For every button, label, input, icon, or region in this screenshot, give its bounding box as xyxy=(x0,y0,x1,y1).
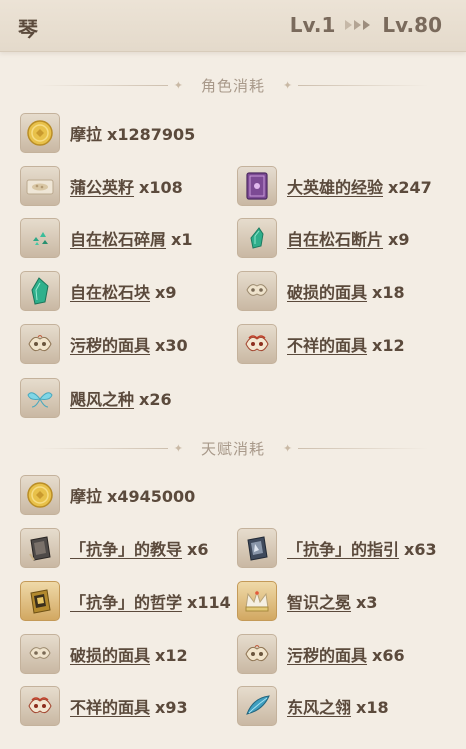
heros-wit-book-icon xyxy=(237,166,277,206)
turquoise-chunk-icon xyxy=(20,271,60,311)
stained-mask-icon xyxy=(237,634,277,674)
turquoise-sliver-icon xyxy=(20,218,60,258)
character-name: 琴 xyxy=(18,17,38,41)
sparkle-icon: ✦ xyxy=(283,78,293,92)
level-to: Lv.80 xyxy=(382,13,442,37)
sparkle-icon: ✦ xyxy=(283,441,293,455)
material-item[interactable]: 「抗争」的哲学 x114 xyxy=(20,580,231,622)
arrow-right-icon xyxy=(345,20,372,30)
crown-of-insight-icon xyxy=(237,581,277,621)
material-item[interactable]: 东风之翎 x18 xyxy=(237,685,389,727)
resistance-guide-icon xyxy=(237,528,277,568)
material-item[interactable]: 「抗争」的指引 x63 xyxy=(237,527,437,569)
ominous-mask-icon xyxy=(20,686,60,726)
material-item[interactable]: 污秽的面具 x30 xyxy=(20,323,188,365)
damaged-mask-icon xyxy=(20,634,60,674)
section-title-talent: ✦ 天赋消耗 ✦ xyxy=(0,437,466,459)
mora-coin-icon xyxy=(20,113,60,153)
hurricane-seed-icon xyxy=(20,378,60,418)
sparkle-icon: ✦ xyxy=(173,441,183,455)
material-item[interactable]: 自在松石断片 x9 xyxy=(237,217,409,259)
material-item[interactable]: 不祥的面具 x12 xyxy=(237,323,405,365)
material-item[interactable]: 污秽的面具 x66 xyxy=(237,633,405,675)
dvalin-plume-icon xyxy=(237,686,277,726)
material-item[interactable]: 大英雄的经验 x247 xyxy=(237,165,432,207)
ominous-mask-icon xyxy=(237,324,277,364)
sparkle-icon: ✦ xyxy=(173,78,183,92)
header-bar: 琴 Lv.1 Lv.80 xyxy=(0,0,466,52)
level-from: Lv.1 xyxy=(289,13,336,37)
resistance-philosophies-icon xyxy=(20,581,60,621)
dandelion-seed-icon xyxy=(20,166,60,206)
mora-coin-icon xyxy=(20,475,60,515)
turquoise-fragment-icon xyxy=(237,218,277,258)
section-title-character: ✦ 角色消耗 ✦ xyxy=(0,74,466,96)
material-item[interactable]: 破损的面具 x18 xyxy=(237,270,405,312)
material-item[interactable]: 自在松石块 x9 xyxy=(20,270,176,312)
material-item[interactable]: 蒲公英籽 x108 xyxy=(20,165,183,207)
material-item: 摩拉 x1287905 xyxy=(20,112,195,154)
material-item[interactable]: 破损的面具 x12 xyxy=(20,633,188,675)
stained-mask-icon xyxy=(20,324,60,364)
damaged-mask-icon xyxy=(237,271,277,311)
material-item[interactable]: 自在松石碎屑 x1 xyxy=(20,217,192,259)
level-range: Lv.1 Lv.80 xyxy=(290,13,442,37)
material-item[interactable]: 飓风之种 x26 xyxy=(20,377,172,419)
material-item[interactable]: 「抗争」的教导 x6 xyxy=(20,527,208,569)
material-item[interactable]: 智识之冕 x3 xyxy=(237,580,377,622)
material-item[interactable]: 不祥的面具 x93 xyxy=(20,685,188,727)
material-item: 摩拉 x4945000 xyxy=(20,474,195,516)
resistance-teachings-icon xyxy=(20,528,60,568)
